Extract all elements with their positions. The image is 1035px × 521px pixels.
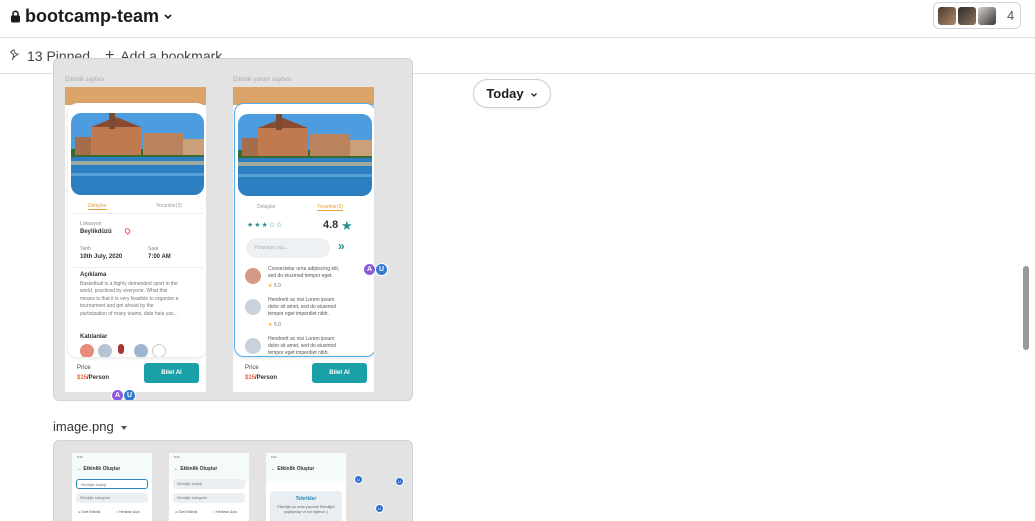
image-attachment[interactable]: Etkinlik sayfası Etkinlik yorum sayfası	[53, 58, 413, 401]
comment-score: ★ 5.0	[268, 322, 281, 328]
comment-text: Hendrerit ac nisi Lorem ipsum dolor sit …	[268, 336, 337, 356]
date-divider-button[interactable]: Today	[473, 79, 551, 108]
avatar	[957, 5, 977, 26]
price-value: $15/Person	[77, 375, 110, 381]
city-photo	[71, 113, 204, 195]
price-label: Price	[245, 365, 259, 371]
comment-input: Yorumları yaz...	[246, 238, 330, 258]
image-attachment[interactable]: 9:41 ← Etkinlik Oluştur Etkinliğin başlı…	[53, 440, 413, 521]
caret-down-icon	[120, 419, 128, 434]
event-title-field: Etkinliğin başlığı	[173, 479, 245, 489]
avatar-bubble-u: U	[375, 504, 384, 513]
status-bar: 9:41	[77, 455, 83, 459]
event-title-field: Etkinliğin başlığı	[76, 479, 148, 489]
success-title: Tebrikler	[295, 496, 317, 502]
avatar-bubble-u: U	[354, 475, 363, 484]
members-button[interactable]: 4	[933, 2, 1021, 29]
mockup-comments-card: Detaylar Yorumlar(3) ★★★☆☆ 4.8 ★ Yorumla…	[234, 103, 374, 357]
tab-details: Detaylar	[257, 204, 276, 210]
description-text: Basketball is a highly demanded sport in…	[80, 281, 179, 317]
event-category-field: Etkinliğin kategorisi	[173, 493, 245, 503]
tab-details: Detaylar	[88, 203, 107, 210]
scrollbar-thumb[interactable]	[1023, 266, 1029, 350]
mockup-event-card: Detaylar Yorumlar(3) Lokasyon Beylikdüzü…	[68, 103, 206, 357]
mockup-screen-event: Detaylar Yorumlar(3) Lokasyon Beylikdüzü…	[65, 87, 206, 392]
avatar	[977, 5, 997, 26]
comment-score: ★ 5.0	[268, 283, 281, 289]
divider	[71, 213, 204, 214]
buy-ticket-button: Bilet Al	[144, 363, 199, 383]
mockup-success-screen: 9:41 ← Etkinlik Oluştur Tebrikler Etkinl…	[266, 453, 346, 521]
rating-value: 4.8	[323, 219, 339, 231]
buy-ticket-button: Bilet Al	[312, 363, 367, 383]
radio-private: ● Özel Etkinlik	[175, 510, 198, 514]
divider	[71, 267, 204, 268]
radio-private: ● Özel Etkinlik	[78, 510, 101, 514]
tab-comments: Yorumlar(3)	[317, 204, 343, 211]
avatar-bubble-u: U	[375, 263, 388, 276]
mockup-title: ← Etkinlik Oluştur	[271, 466, 315, 472]
attachment-filename-toggle[interactable]: image.png	[53, 419, 128, 434]
city-photo	[238, 114, 372, 196]
tab-comments: Yorumlar(3)	[156, 203, 182, 209]
avatar	[245, 338, 261, 354]
price-value: $15/Person	[245, 375, 278, 381]
star-icon: ★	[341, 218, 353, 233]
avatar-bubble-u: U	[395, 477, 404, 486]
radio-public: ○ Herkese Açık	[213, 510, 237, 514]
avatar-bubble-u: U	[123, 389, 136, 400]
location-value: Beylikdüzü	[80, 229, 112, 235]
event-category-field: Etkinliğin kategorisi	[76, 493, 148, 503]
comment-text: Consectetur urna adipiscing elit, sed do…	[268, 266, 340, 279]
send-icon: »	[338, 239, 345, 253]
slack-channel-view: bootcamp-team 4 13 Pinned + Add a bookma…	[0, 0, 1035, 521]
radio-public: ○ Herkese Açık	[116, 510, 140, 514]
member-count: 4	[1007, 8, 1015, 23]
avatar	[80, 344, 94, 357]
success-text: Etkinliğin şu anda yayında! Etkinliğini …	[277, 505, 335, 514]
pin-icon	[9, 48, 21, 64]
date-label: Tarih	[80, 246, 91, 252]
date-value: 10th July, 2020	[80, 254, 123, 260]
description-title: Açıklama	[80, 272, 107, 278]
chevron-down-icon	[530, 86, 538, 101]
mockup-caption: Etkinlik sayfası	[65, 77, 105, 83]
mockup-create-event-screen: 9:41 ← Etkinlik Oluştur Etkinliğin başlı…	[72, 453, 152, 521]
channel-name-button[interactable]: bootcamp-team	[10, 6, 173, 27]
attachment-filename: image.png	[53, 419, 114, 434]
chevron-down-icon	[163, 13, 173, 21]
avatar	[245, 299, 261, 315]
avatar	[98, 344, 112, 357]
comment-text: Hendrerit ac nisi Lorem ipsum dolor sit …	[268, 297, 337, 317]
channel-name: bootcamp-team	[25, 6, 160, 26]
mockup-title: ← Etkinlik Oluştur	[77, 466, 121, 472]
status-bar: 9:41	[271, 455, 277, 459]
avatar	[118, 344, 124, 354]
time-label: Saat	[148, 246, 159, 252]
participants-title: Katılanlar	[80, 334, 108, 340]
mockup-caption: Etkinlik yorum sayfası	[233, 77, 292, 83]
price-label: Price	[77, 365, 91, 371]
channel-header: bootcamp-team 4	[0, 0, 1035, 38]
time-value: 7:00 AM	[148, 254, 171, 260]
mockup-create-event-screen: 9:41 ← Etkinlik Oluştur Etkinliğin başlı…	[169, 453, 249, 521]
avatar	[152, 344, 166, 357]
rating-stars: ★★★☆☆	[247, 222, 284, 229]
mockup-title: ← Etkinlik Oluştur	[174, 466, 218, 472]
status-bar: 9:41	[174, 455, 180, 459]
mockup-screen-comments: Detaylar Yorumlar(3) ★★★☆☆ 4.8 ★ Yorumla…	[233, 87, 374, 392]
date-label: Today	[486, 86, 524, 101]
location-pin-icon	[123, 227, 132, 235]
success-card: Tebrikler Etkinliğin şu anda yayında! Et…	[270, 491, 342, 521]
avatar	[245, 268, 261, 284]
avatar	[134, 344, 148, 357]
location-label: Lokasyon	[80, 221, 102, 227]
avatar	[937, 5, 957, 26]
lock-icon	[10, 10, 21, 23]
